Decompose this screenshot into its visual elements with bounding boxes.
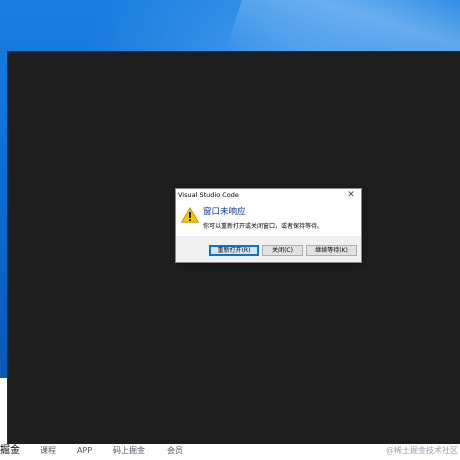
close-window-button[interactable]: 关闭(C) (262, 245, 303, 256)
dialog-heading: 窗口未响应 (203, 207, 246, 217)
nav-item-course[interactable]: 课程 (40, 446, 56, 456)
dialog-body: 窗口未响应 你可以重新打开或关闭窗口，或者保持等待。 (176, 201, 361, 236)
watermark: @稀土掘金技术社区 (386, 446, 458, 455)
site-logo[interactable]: 掘金 (0, 444, 20, 458)
dialog-close-button[interactable]: ✕ (345, 189, 357, 201)
warning-icon (181, 207, 199, 223)
nav-item-code-on-juejin[interactable]: 码上掘金 (113, 446, 145, 456)
keep-waiting-button[interactable]: 继续等待(K) (306, 245, 357, 256)
dialog-titlebar: Visual Studio Code ✕ (176, 189, 361, 201)
nav-item-app[interactable]: APP (77, 446, 92, 456)
dialog-message: 你可以重新打开或关闭窗口，或者保持等待。 (203, 223, 324, 230)
background-browser-edge (0, 378, 8, 444)
dialog-footer: 重新打开(R) 关闭(C) 继续等待(K) (176, 236, 361, 262)
not-responding-dialog: Visual Studio Code ✕ 窗口未响应 你可以重新打开或关闭窗口，… (176, 189, 361, 262)
dialog-title: Visual Studio Code (178, 191, 239, 199)
reopen-button[interactable]: 重新打开(R) (209, 245, 259, 256)
nav-item-vip[interactable]: 会员 (167, 446, 183, 456)
background-page-nav: 掘金 课程 APP 码上掘金 会员 @稀土掘金技术社区 (0, 444, 460, 460)
